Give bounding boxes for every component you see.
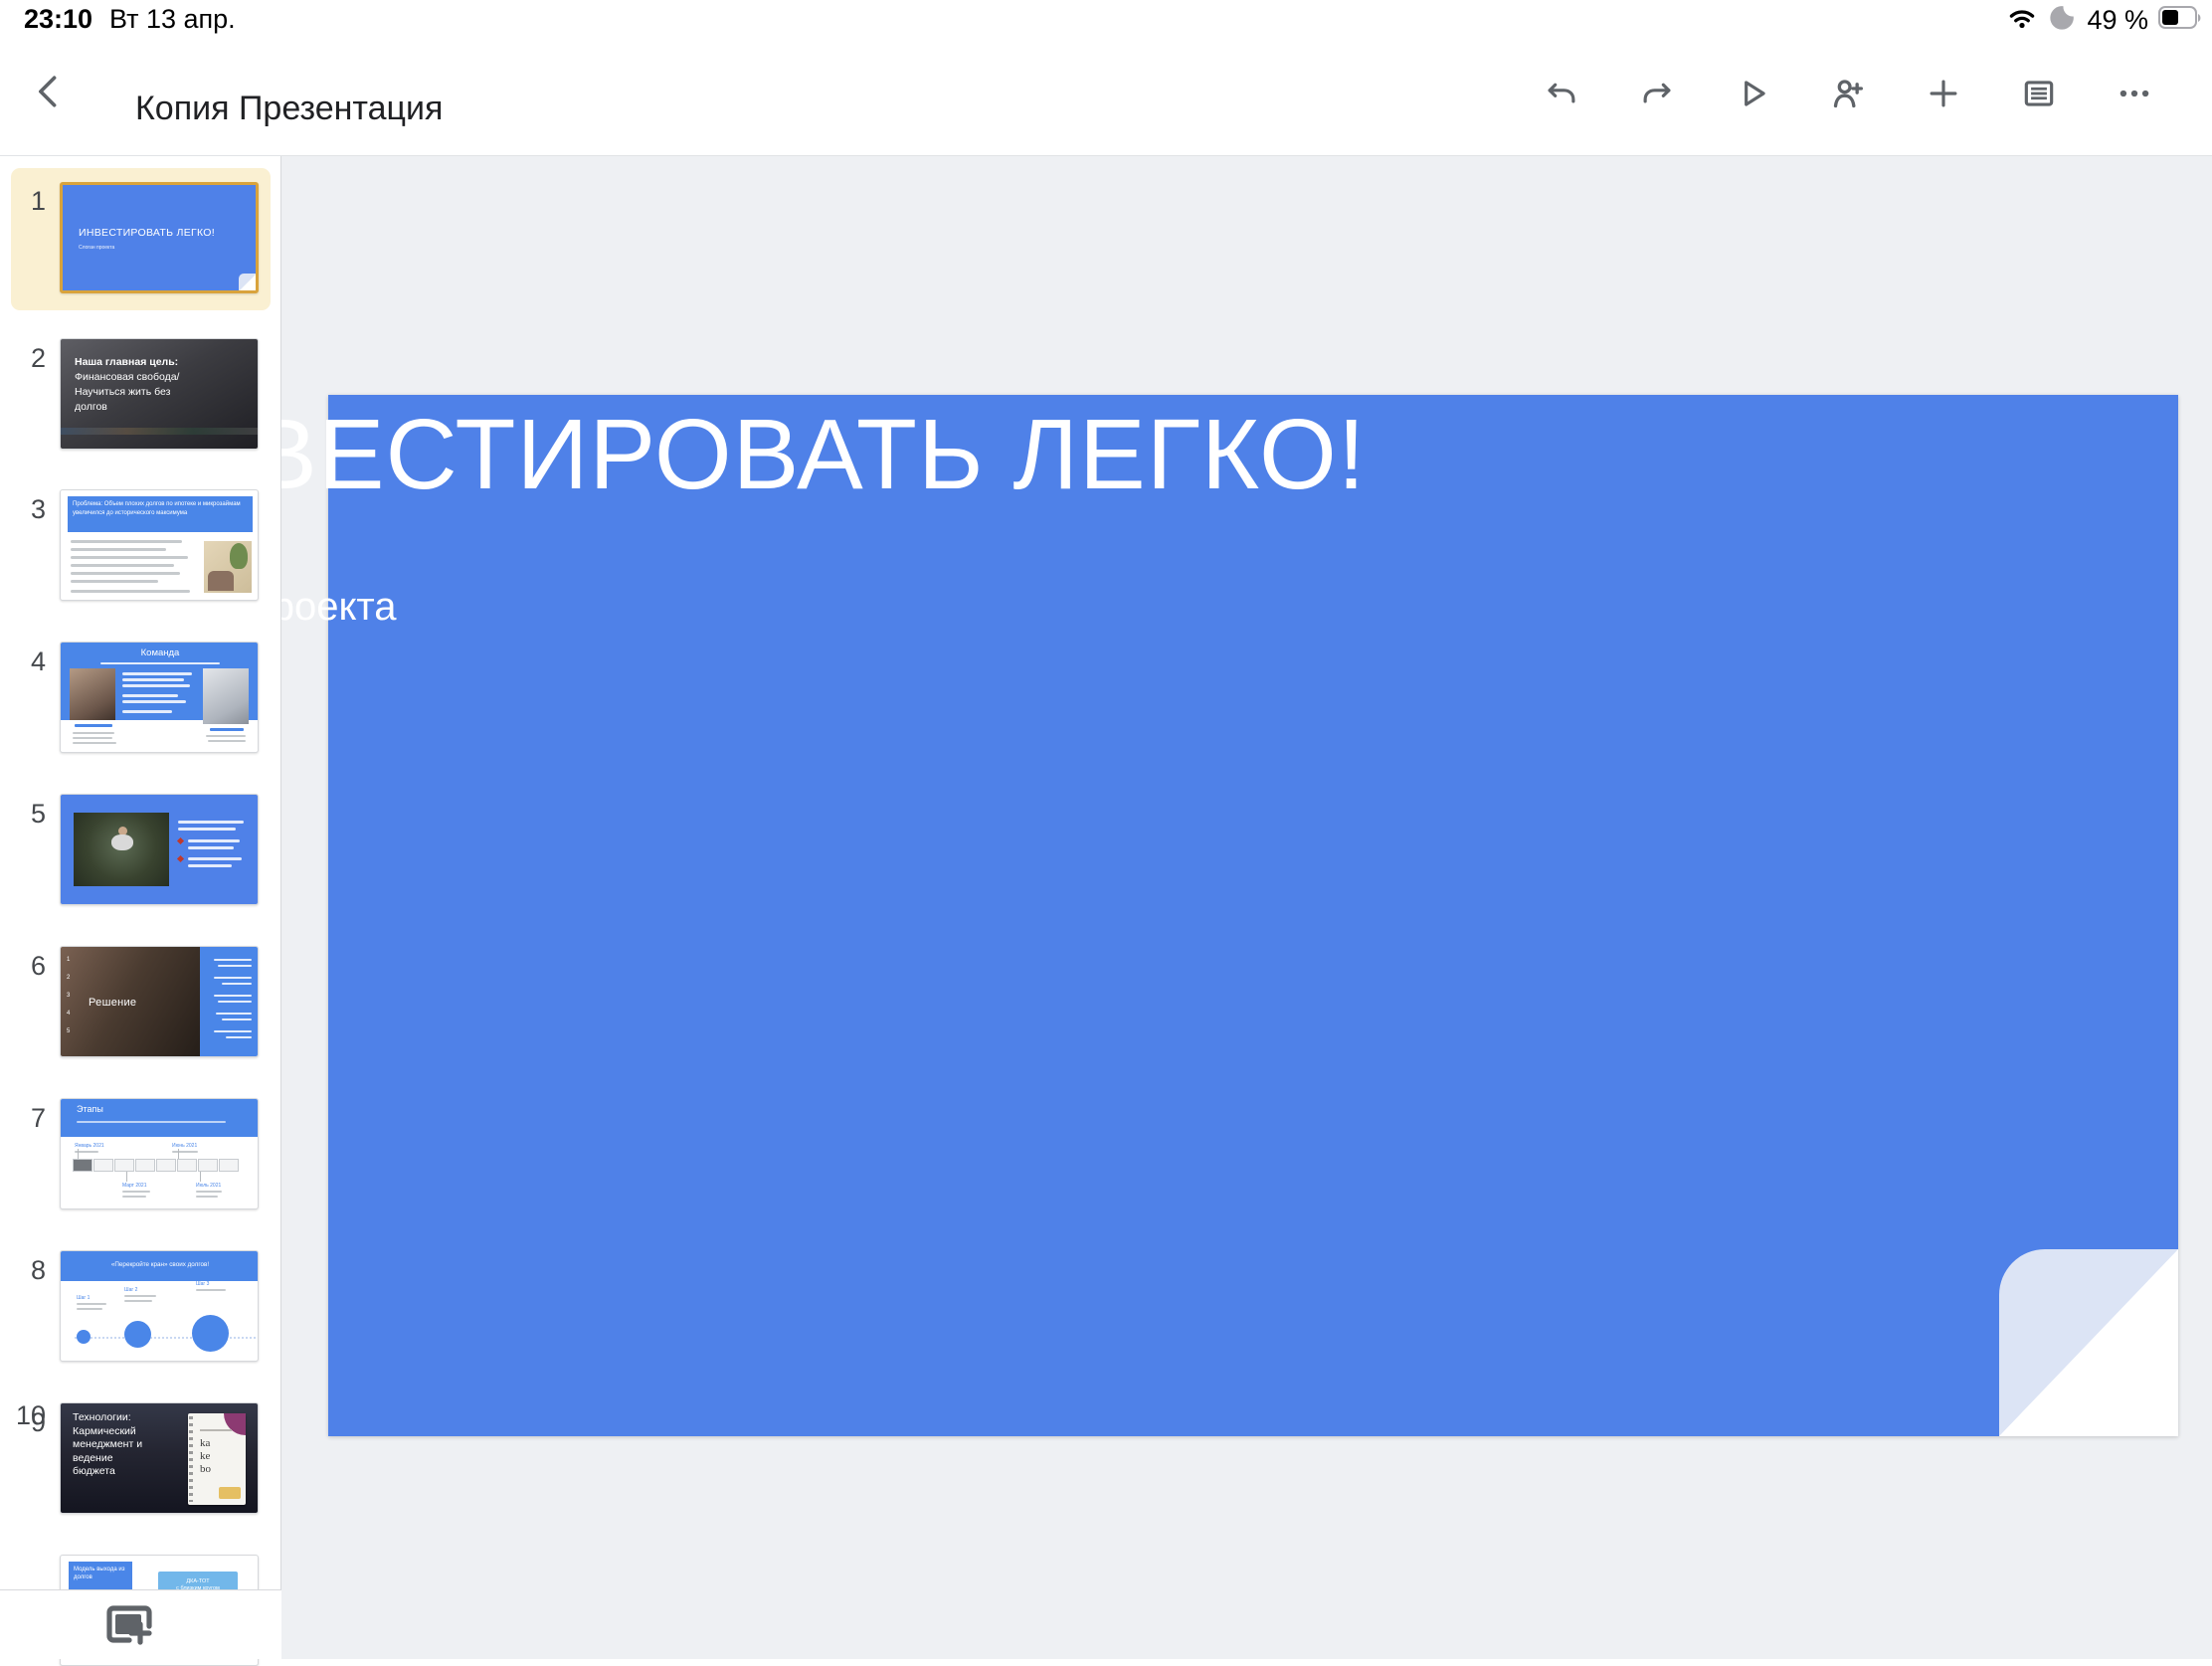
slide-thumbnail-6[interactable]: Решение 1 2 3 4 5	[60, 946, 259, 1057]
slide-filmstrip[interactable]: 1 ИНВЕСТИРОВАТЬ ЛЕГКО! Слоган проекта 2 …	[0, 156, 281, 1659]
status-bar: 23:10 Вт 13 апр. 49 %	[0, 0, 2212, 40]
slide-thumbnail-7[interactable]: Этапы Январь 2021 Июнь 2021 Март 2021 Ию…	[60, 1098, 259, 1209]
back-button[interactable]	[28, 70, 72, 113]
slide-number: 8	[0, 1255, 46, 1286]
slide-thumbnail-5[interactable]	[60, 794, 259, 905]
toolbar: Копия Презентация	[0, 40, 2212, 156]
slide-number: 7	[0, 1103, 46, 1134]
slide-number: 3	[0, 494, 46, 525]
thumb8-title: «Перекройте кран» своих долгов!	[61, 1261, 259, 1268]
more-button[interactable]	[2087, 68, 2182, 119]
sidebar-bottom-bar	[0, 1589, 281, 1659]
slide-thumbnail-4[interactable]: Команда	[60, 642, 259, 753]
status-time: 23:10	[24, 4, 92, 35]
moon-dnd-icon	[2047, 3, 2077, 38]
comments-button[interactable]	[1991, 68, 2087, 119]
battery-icon	[2158, 5, 2202, 36]
undo-button[interactable]	[1514, 68, 1609, 119]
page-fold-decoration	[1999, 1249, 2178, 1436]
slide-thumbnail-1[interactable]: ИНВЕСТИРОВАТЬ ЛЕГКО! Слоган проекта	[60, 182, 259, 293]
document-title: Копия Презентация	[135, 90, 443, 128]
slide-number: 2	[0, 343, 46, 374]
slide-title-textbox[interactable]: ИНВЕСТИРОВАТЬ ЛЕГКО!	[105, 398, 1367, 512]
slide-number: 6	[0, 951, 46, 982]
thumb5-photo	[74, 813, 169, 886]
slide-thumbnail-3[interactable]: Проблема: Объем плохих долгов по ипотеке…	[60, 489, 259, 601]
slide-number: 5	[0, 799, 46, 830]
present-button[interactable]	[1705, 68, 1800, 119]
add-slide-button[interactable]	[103, 1600, 155, 1648]
add-button[interactable]	[1896, 68, 1991, 119]
slide-thumbnail-9[interactable]: Технологии: Кармический менеджмент и вед…	[60, 1402, 259, 1514]
redo-button[interactable]	[1609, 68, 1705, 119]
thumb7-timeline	[73, 1159, 240, 1172]
thumb1-fold-icon	[239, 274, 257, 291]
status-date: Вт 13 апр.	[109, 4, 236, 35]
thumb9-text: Технологии: Кармический менеджмент и вед…	[73, 1411, 142, 1479]
slide-thumbnail-8[interactable]: «Перекройте кран» своих долгов! Шаг 1 Ша…	[60, 1250, 259, 1362]
thumb3-header: Проблема: Объем плохих долгов по ипотеке…	[68, 496, 253, 532]
thumb4-title: Команда	[61, 648, 259, 658]
thumb1-subtitle: Слоган проекта	[79, 245, 114, 251]
add-person-button[interactable]	[1800, 68, 1896, 119]
thumb6-label: Решение	[89, 997, 136, 1009]
thumb3-photo	[204, 541, 252, 593]
slide-number: 10	[0, 1400, 46, 1431]
slide-number: 4	[0, 647, 46, 677]
battery-percent: 49 %	[2087, 5, 2148, 36]
thumb4-photo-right	[203, 668, 249, 724]
wifi-icon	[2007, 3, 2037, 38]
thumb7-title: Этапы	[77, 1104, 103, 1114]
thumb2-photo-strip	[61, 428, 259, 435]
thumb9-kakebo-book: ka ke bo	[188, 1413, 246, 1505]
thumb2-text: Наша главная цель: Финансовая свобода/ Н…	[75, 355, 179, 415]
slide-canvas[interactable]	[328, 395, 2178, 1436]
slide-thumbnail-2[interactable]: Наша главная цель: Финансовая свобода/ Н…	[60, 338, 259, 450]
thumb8-dotted-line	[75, 1337, 256, 1339]
thumb4-photo-left	[70, 668, 115, 720]
slide-number: 1	[0, 186, 46, 217]
thumb1-title: ИНВЕСТИРОВАТЬ ЛЕГКО!	[79, 227, 215, 239]
